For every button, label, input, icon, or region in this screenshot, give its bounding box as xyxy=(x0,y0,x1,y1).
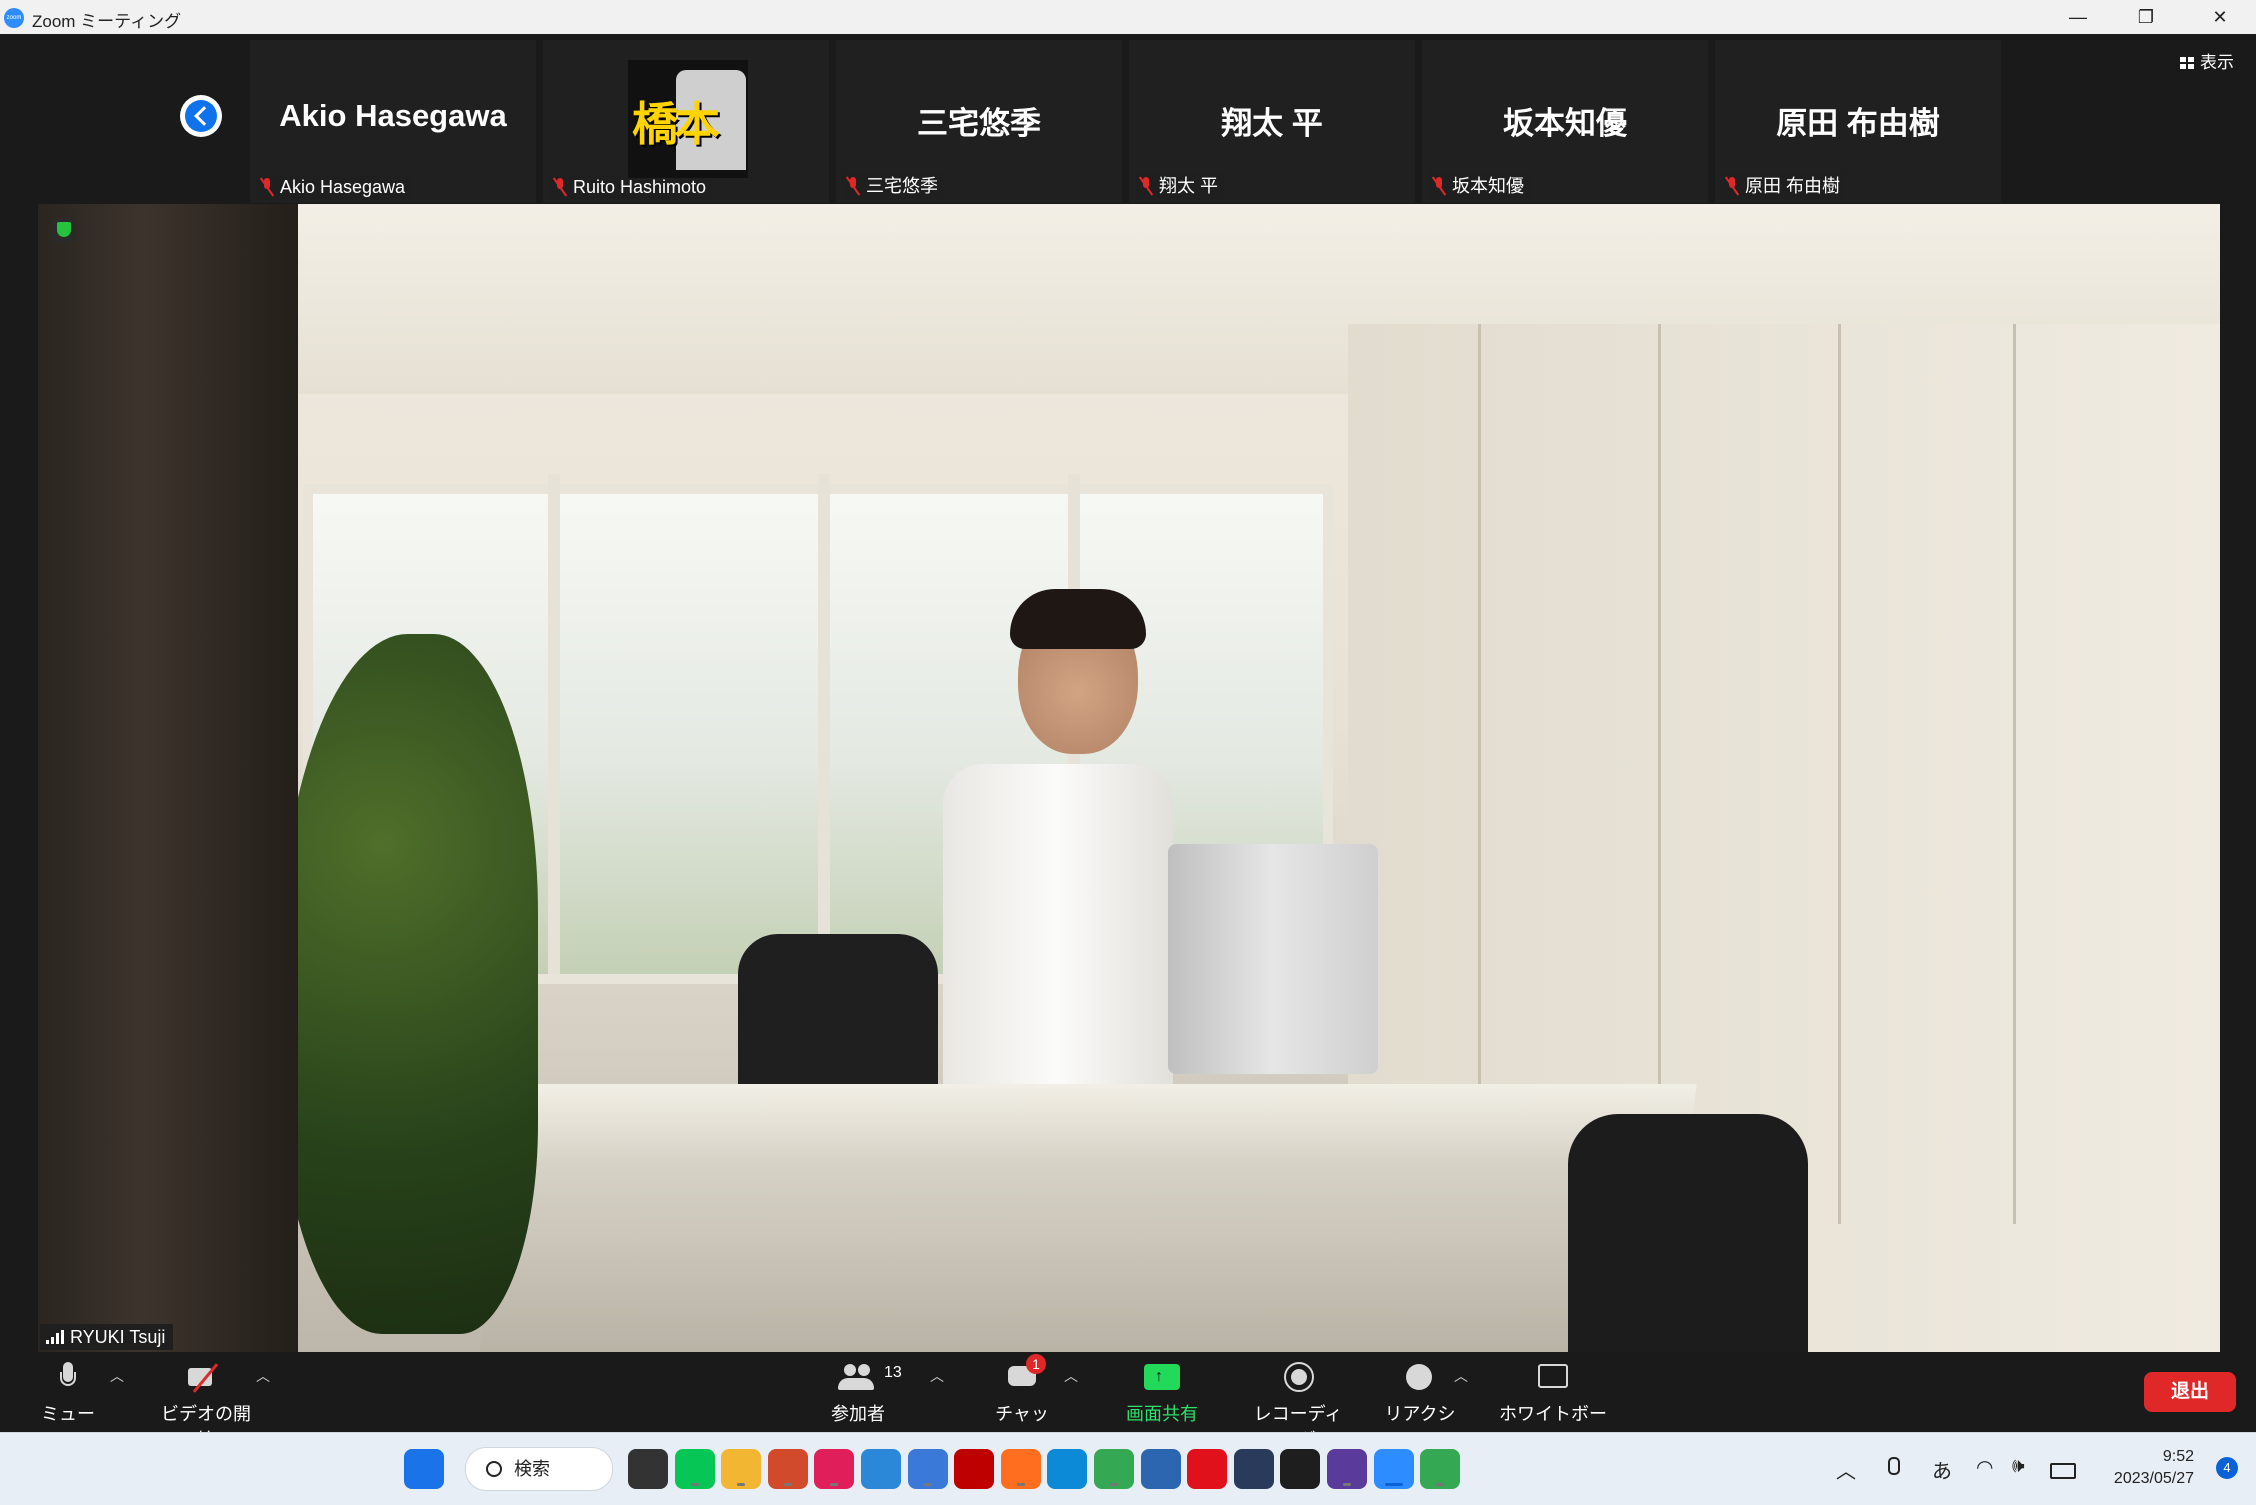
participant-avatar: 橋本 xyxy=(628,60,748,178)
participant-display-name: 翔太 平 xyxy=(1221,106,1323,141)
video-off-icon xyxy=(186,1360,226,1394)
wifi-icon[interactable]: ◠ xyxy=(1976,1455,1993,1480)
slack-icon[interactable] xyxy=(814,1449,855,1489)
opera-icon[interactable] xyxy=(1187,1449,1228,1489)
whiteboard-icon xyxy=(1536,1360,1570,1394)
search-icon xyxy=(486,1461,502,1477)
participant-tile[interactable]: 原田 布由樹 原田 布由樹 xyxy=(1715,40,2001,203)
photo-app-icon[interactable] xyxy=(767,1449,808,1489)
mic-muted-icon xyxy=(260,178,274,196)
participant-display-name: 三宅悠季 xyxy=(917,106,1041,141)
app-hex-icon[interactable] xyxy=(1280,1449,1321,1489)
notification-badge[interactable]: 4 xyxy=(2216,1457,2238,1479)
participant-tile[interactable]: 翔太 平 翔太 平 xyxy=(1129,40,1415,203)
app-dark-icon[interactable] xyxy=(1233,1449,1274,1489)
avatar-text: 橋本 xyxy=(632,98,720,150)
participant-strip: 表示 Akio Hasegawa Akio Hasegawa Ruito Has… xyxy=(0,34,2256,204)
title-bar: zoom Zoom ミーティング — ❐ ✕ xyxy=(0,0,2256,35)
zoom-icon[interactable] xyxy=(1373,1449,1414,1489)
chat-icon: 1 xyxy=(1004,1354,1046,1394)
taskbar-search[interactable]: 検索 xyxy=(465,1447,613,1491)
microphone-tray-icon[interactable] xyxy=(1886,1457,1900,1479)
participant-display-name: 原田 布由樹 xyxy=(1776,106,1940,141)
edge-icon[interactable] xyxy=(1047,1449,1088,1489)
line-icon[interactable] xyxy=(674,1449,715,1489)
restore-button[interactable]: ❐ xyxy=(2112,0,2180,34)
ime-indicator[interactable]: あ xyxy=(1932,1455,1952,1484)
taskbar: 検索 ︿ あ ◠ 🕪 9:52 2023/05/27 4 xyxy=(0,1432,2256,1505)
volume-icon[interactable]: 🕪 xyxy=(2012,1455,2025,1478)
previous-page-button[interactable] xyxy=(180,95,222,137)
mic-muted-icon xyxy=(846,177,860,195)
chrome-icon[interactable] xyxy=(1094,1449,1134,1489)
audio-options-caret[interactable]: ︿ xyxy=(110,1366,124,1386)
participant-display-name: Akio Hasegawa xyxy=(279,98,507,133)
share-screen-button[interactable]: ↑ 画面共有 xyxy=(1122,1360,1202,1426)
leave-button[interactable]: 退出 xyxy=(2144,1372,2236,1412)
reaction-icon xyxy=(1404,1360,1436,1394)
mic-muted-icon xyxy=(1725,177,1739,195)
paint-icon[interactable] xyxy=(861,1449,901,1489)
mic-muted-icon xyxy=(1139,177,1153,195)
participant-tile[interactable]: 三宅悠季 三宅悠季 xyxy=(836,40,1122,203)
participant-tile[interactable]: 坂本知優 坂本知優 xyxy=(1422,40,1708,203)
zoom-app-icon: zoom xyxy=(4,8,24,28)
participant-name-tag: 翔太 平 xyxy=(1135,170,1225,199)
chat-options-caret[interactable]: ︿ xyxy=(1064,1366,1078,1386)
mic-muted-icon xyxy=(553,178,567,196)
mic-muted-icon xyxy=(1432,177,1446,195)
grid-icon xyxy=(2180,57,2194,69)
clock[interactable]: 9:52 2023/05/27 xyxy=(2114,1446,2194,1490)
window-title: Zoom ミーティング xyxy=(32,12,182,31)
video-options-caret[interactable]: ︿ xyxy=(256,1366,270,1386)
view-button[interactable]: 表示 xyxy=(2180,48,2234,73)
speaker-name-tag: RYUKI Tsuji xyxy=(40,1324,174,1350)
participant-name-tag: 坂本知優 xyxy=(1428,170,1530,199)
participant-name-tag: 原田 布由樹 xyxy=(1721,170,1847,199)
app-3d-icon[interactable] xyxy=(1327,1449,1367,1489)
participants-options-caret[interactable]: ︿ xyxy=(930,1366,944,1386)
file-explorer-icon[interactable] xyxy=(721,1449,762,1489)
task-view-icon[interactable] xyxy=(628,1449,668,1489)
participants-button[interactable]: 13 参加者 xyxy=(828,1360,902,1426)
chat-badge: 1 xyxy=(1026,1354,1046,1374)
battery-icon[interactable] xyxy=(2050,1463,2076,1479)
chat-app-icon[interactable] xyxy=(1140,1449,1181,1489)
encryption-shield-icon[interactable] xyxy=(52,218,76,242)
close-button[interactable]: ✕ xyxy=(2186,0,2254,34)
show-hidden-icons[interactable]: ︿ xyxy=(1836,1455,1856,1484)
microphone-icon xyxy=(60,1360,76,1394)
share-screen-icon: ↑ xyxy=(1144,1360,1180,1394)
signal-bars-icon xyxy=(46,1330,64,1344)
participant-name-tag: Akio Hasegawa xyxy=(256,175,412,199)
chevron-left-icon xyxy=(194,106,214,126)
windows-start-icon[interactable] xyxy=(404,1449,444,1489)
firefox-icon[interactable] xyxy=(1000,1449,1041,1489)
notepad-icon[interactable] xyxy=(907,1449,948,1489)
participants-icon: 13 xyxy=(838,1360,902,1394)
reactions-options-caret[interactable]: ︿ xyxy=(1454,1366,1468,1386)
record-icon xyxy=(1282,1360,1314,1394)
participant-display-name: 坂本知優 xyxy=(1503,106,1627,141)
participant-name-tag: 三宅悠季 xyxy=(842,170,944,199)
view-label: 表示 xyxy=(2200,53,2234,72)
minimize-button[interactable]: — xyxy=(2044,0,2112,34)
chrome-2-icon[interactable] xyxy=(1420,1449,1461,1489)
participant-tile[interactable]: Akio Hasegawa Akio Hasegawa xyxy=(250,40,536,203)
active-speaker-video[interactable]: RYUKI Tsuji xyxy=(38,204,2220,1352)
filezilla-icon[interactable] xyxy=(954,1449,995,1489)
meeting-toolbar: ミュート ︿ ビデオの開始 ︿ 13参加者 ︿ 1チャット ︿ ↑画面共有 レコ… xyxy=(0,1352,2256,1450)
participant-name-tag: Ruito Hashimoto xyxy=(549,175,713,199)
